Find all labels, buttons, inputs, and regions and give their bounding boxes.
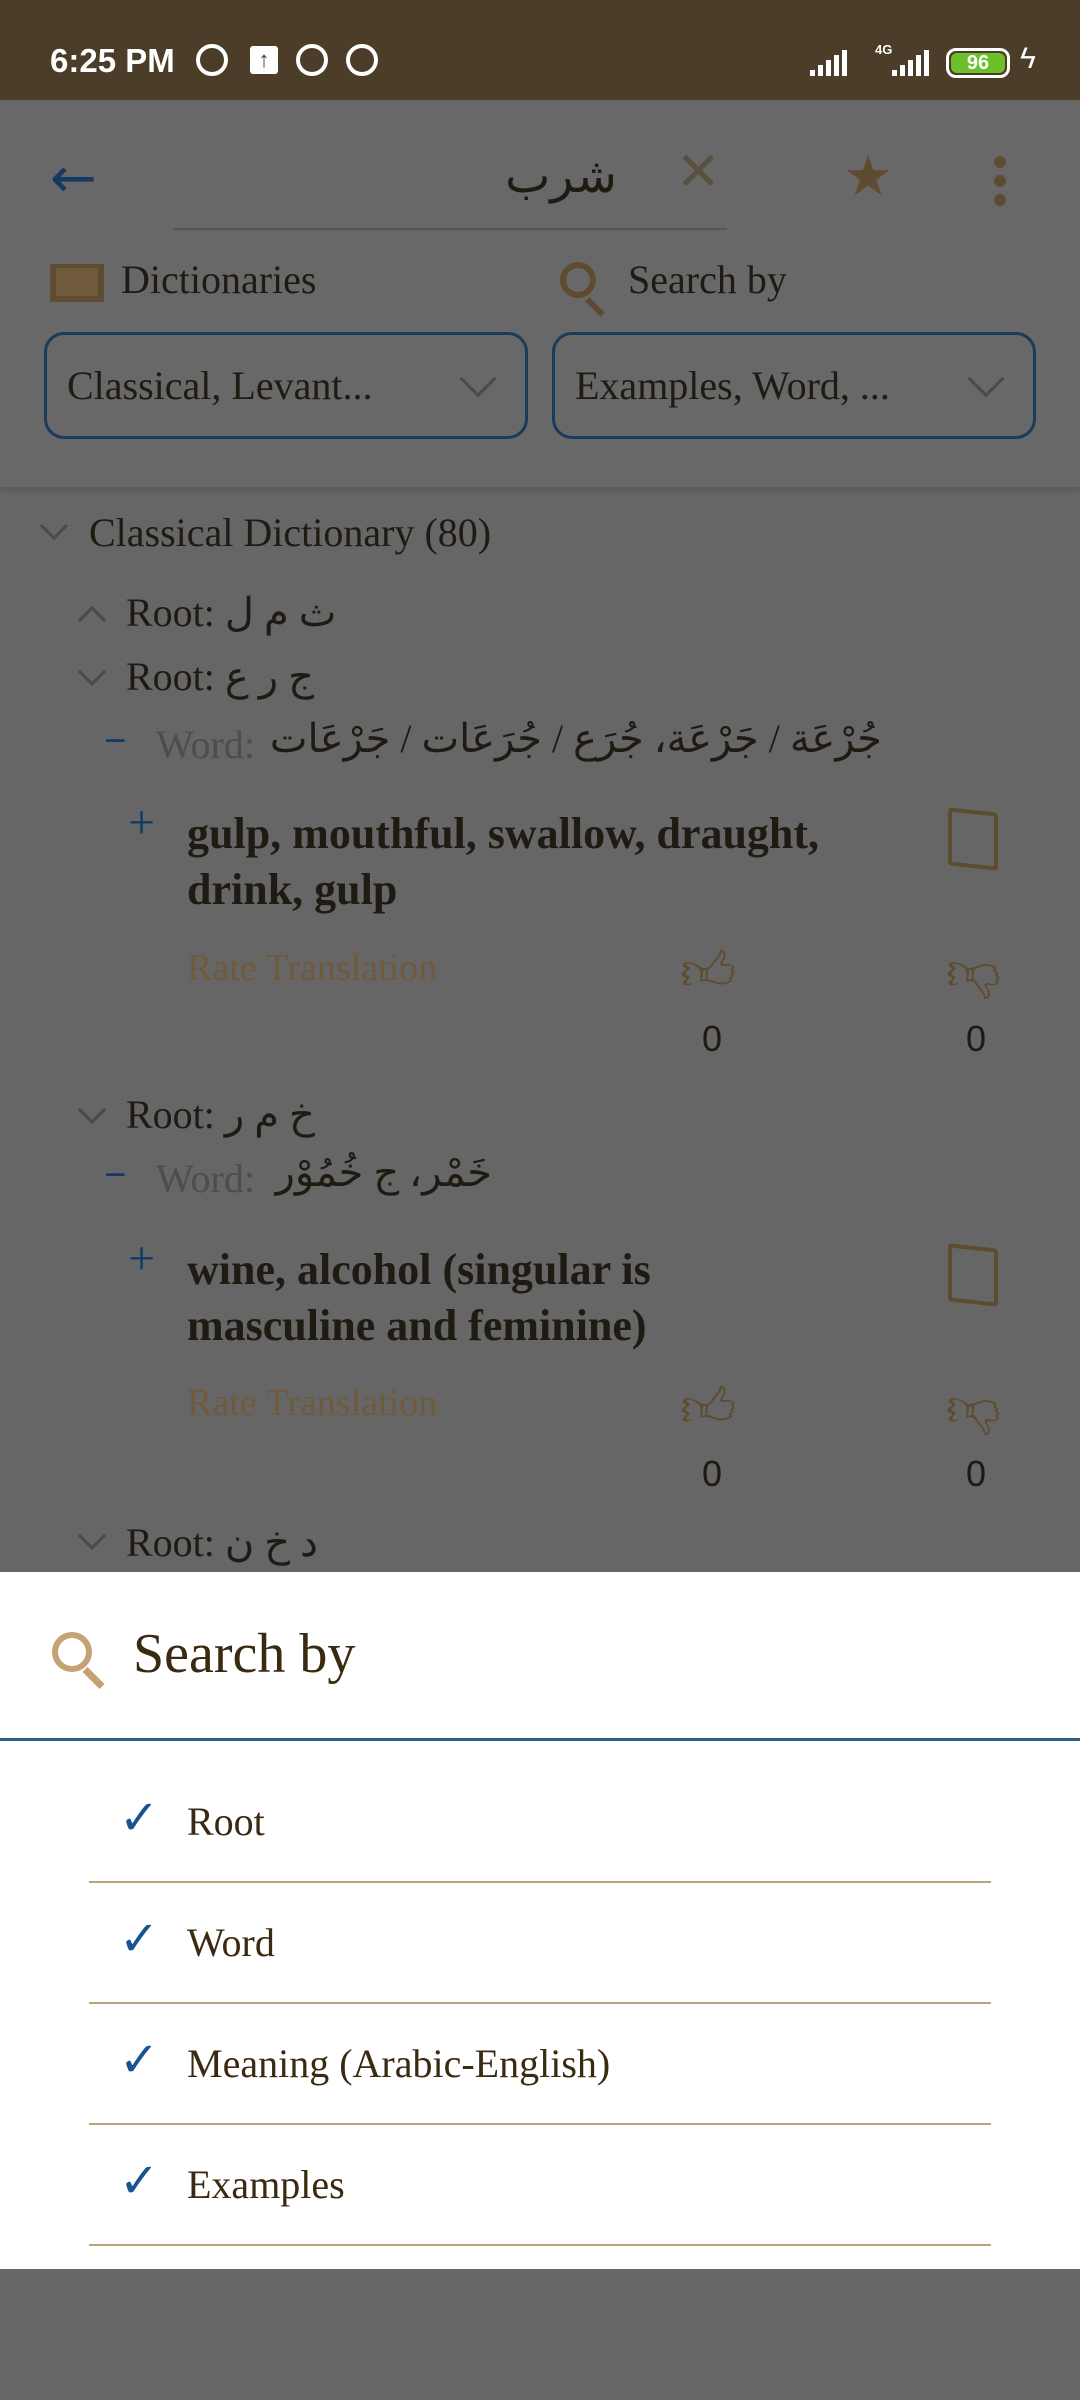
- chevron-down-icon[interactable]: [77, 657, 107, 687]
- signal-icon: [810, 50, 847, 76]
- word-label: Word:: [156, 1156, 255, 1201]
- app-notification-icon: [346, 44, 378, 76]
- sheet-title: Search by: [133, 1623, 356, 1685]
- option-root[interactable]: ✓ Root: [89, 1762, 991, 1883]
- search-by-sheet: Search by ✓ Root ✓ Word ✓ Meaning (Arabi…: [0, 1572, 1080, 2269]
- sheet-divider: [0, 1738, 1080, 1741]
- thumbs-down-icon[interactable]: 👎︎: [946, 1376, 1001, 1441]
- root-row[interactable]: Root: د خ ن: [126, 1520, 318, 1566]
- network-type: 4G: [875, 42, 893, 57]
- check-icon: ✓: [119, 2032, 160, 2088]
- flashcard-icon[interactable]: [948, 807, 998, 871]
- chevron-down-icon[interactable]: [77, 1095, 107, 1125]
- thumbs-up-icon[interactable]: 👍︎: [680, 940, 736, 1005]
- option-examples[interactable]: ✓ Examples: [89, 2125, 991, 2246]
- upvote-count: 0: [701, 1453, 723, 1494]
- expand-plus-icon[interactable]: +: [128, 799, 155, 847]
- option-word[interactable]: ✓ Word: [89, 1883, 991, 2004]
- alarm-icon: [196, 44, 228, 76]
- search-icon: [52, 1632, 92, 1672]
- downvote-count: 0: [965, 1453, 987, 1494]
- charging-icon: ϟ: [1020, 42, 1036, 75]
- root-row[interactable]: Root: ث م ل: [126, 590, 336, 636]
- chevron-down-icon[interactable]: [77, 1521, 107, 1551]
- search-icon-handle: [82, 1667, 105, 1689]
- battery-icon: 96: [946, 48, 1010, 78]
- word-value: جُرْعَة / جَرْعَة، جُرَع / جُرَعَات / جَ…: [269, 716, 882, 761]
- meaning-text: gulp, mouthful, swallow, draught, drink,…: [187, 809, 820, 914]
- check-icon: ✓: [119, 1911, 160, 1967]
- flashcard-icon[interactable]: [948, 1243, 998, 1307]
- collapse-minus-icon[interactable]: −: [104, 718, 127, 764]
- collapse-minus-icon[interactable]: −: [104, 1152, 127, 1198]
- rate-translation-label: Rate Translation: [187, 947, 438, 989]
- option-label: Examples: [187, 2162, 345, 2207]
- expand-plus-icon[interactable]: +: [128, 1235, 155, 1283]
- results-tree: Classical Dictionary (80) Root: ث م ل Ro…: [0, 0, 1080, 1572]
- rate-translation-label: Rate Translation: [187, 1382, 438, 1424]
- dictionary-header[interactable]: Classical Dictionary (80): [89, 510, 491, 556]
- word-value: خَمْر، ج خُمُوْر: [275, 1150, 492, 1195]
- app-notification-icon: [296, 44, 328, 76]
- option-label: Word: [187, 1920, 275, 1965]
- check-icon: ✓: [119, 2153, 160, 2209]
- thumbs-up-icon[interactable]: 👍︎: [680, 1376, 736, 1441]
- chevron-down-icon[interactable]: [39, 511, 69, 541]
- battery-level: 96: [951, 53, 1005, 73]
- root-row[interactable]: Root: ج ر ع: [126, 654, 314, 700]
- meaning-text: wine, alcohol (singular is masculine and…: [187, 1245, 651, 1350]
- status-bar: 6:25 PM ↑ 4G 96 ϟ: [0, 0, 1080, 100]
- thumbs-down-icon[interactable]: 👎︎: [946, 940, 1001, 1005]
- word-label: Word:: [156, 722, 255, 767]
- upload-icon: ↑: [250, 46, 278, 74]
- downvote-count: 0: [965, 1018, 987, 1059]
- status-time: 6:25 PM: [50, 42, 175, 79]
- option-label: Meaning (Arabic-English): [187, 2041, 611, 2086]
- root-row[interactable]: Root: خ م ر: [126, 1092, 315, 1138]
- option-meaning[interactable]: ✓ Meaning (Arabic-English): [89, 2004, 991, 2125]
- option-label: Root: [187, 1799, 265, 1844]
- check-icon: ✓: [119, 1790, 160, 1846]
- signal-icon: [892, 50, 929, 76]
- chevron-up-icon[interactable]: [77, 605, 107, 635]
- upvote-count: 0: [701, 1018, 723, 1059]
